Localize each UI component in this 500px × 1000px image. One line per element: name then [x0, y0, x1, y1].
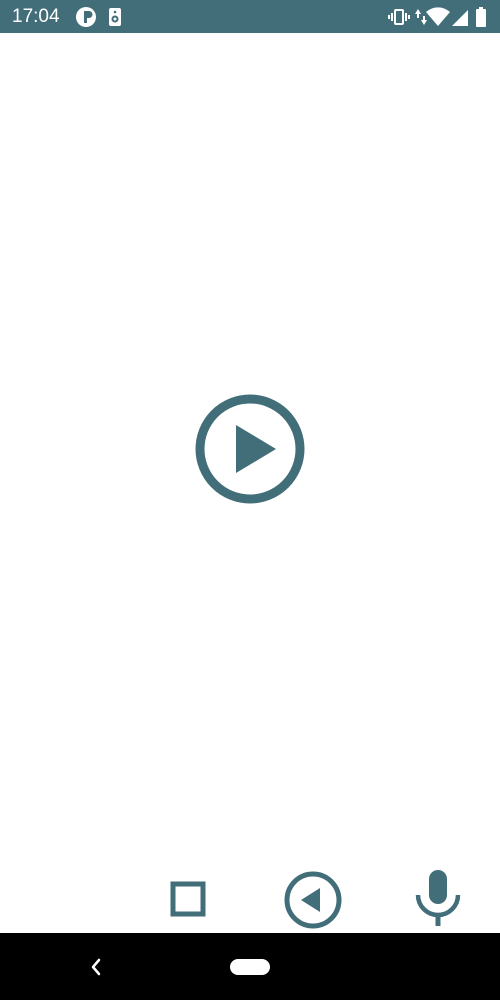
bottom-toolbar [0, 863, 500, 933]
nav-home-pill[interactable] [230, 959, 270, 975]
main-content [0, 33, 500, 863]
app-notification-icon [75, 6, 97, 28]
signal-icon [450, 6, 470, 28]
app-screen: 17:04 [0, 0, 500, 1000]
stop-icon [170, 881, 206, 917]
system-nav-bar [0, 933, 500, 1000]
rewind-button[interactable] [282, 869, 344, 931]
nav-back-icon [91, 958, 101, 976]
play-button[interactable] [193, 392, 307, 506]
speaker-icon [106, 6, 124, 28]
nav-back-button[interactable] [86, 955, 106, 979]
status-time: 17:04 [12, 6, 60, 27]
wifi-icon [425, 6, 451, 28]
battery-icon [474, 6, 488, 28]
stop-button[interactable] [166, 877, 210, 921]
microphone-icon [415, 870, 461, 926]
play-circle-icon [195, 394, 305, 504]
microphone-button[interactable] [412, 867, 464, 929]
vibrate-icon [388, 6, 410, 28]
back-circle-icon [284, 871, 342, 929]
status-bar: 17:04 [0, 0, 500, 33]
